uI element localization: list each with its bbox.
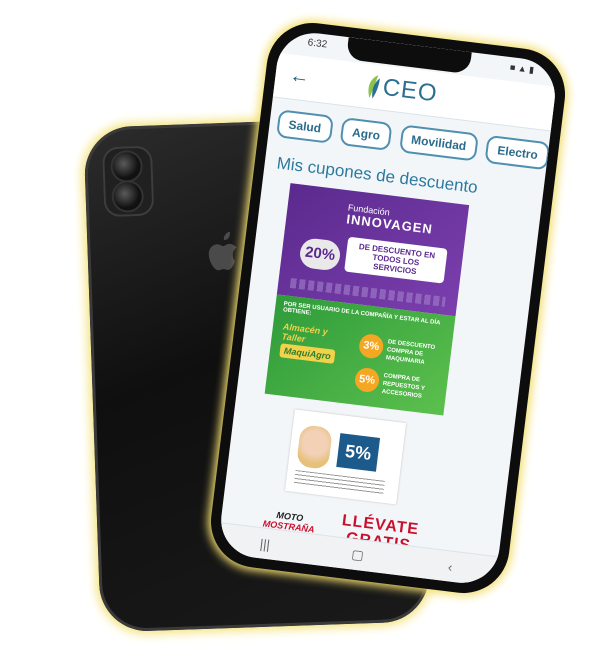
fine-print [293,469,385,495]
store-brand: MaquiAgro [279,343,336,364]
discount-percent: 20% [298,236,342,272]
offer2-text: COMPRA DE REPUESTOS Y ACCESORIOS [381,373,426,400]
offer1-text: DE DESCUENTO COMPRA DE MAQUINARIA [385,339,436,366]
chip-agro[interactable]: Agro [339,117,393,151]
phone-screen: 6:32 ■ ▲ ▮ ← CEO Salud Agro Movilidad El… [216,28,560,588]
discount-description: DE DESCUENTO EN TODOS LOS SERVICIOS [344,236,448,284]
back-icon[interactable]: ‹ [430,557,472,577]
status-time: 6:32 [307,37,328,51]
coupon-innovagen[interactable]: Fundación INNOVAGEN 20% DE DESCUENTO EN … [276,183,470,317]
coupon-optical[interactable]: 5% [284,409,407,505]
recent-apps-icon[interactable]: ||| [244,534,286,554]
home-icon[interactable]: ▢ [337,545,379,566]
offer2-percent: 5% [353,366,381,394]
camera-lens-icon [113,181,143,211]
camera-lens-icon [112,151,142,181]
store-name: Almacén y Taller MaquiAgro [279,321,353,365]
ceo-logo: CEO [363,68,440,113]
coupon-brand: Fundación INNOVAGEN [346,202,435,236]
optical-percent: 5% [336,433,381,472]
chip-salud[interactable]: Salud [275,109,334,144]
status-icons: ■ ▲ ▮ [509,62,535,75]
offer1-percent: 3% [357,332,385,360]
coupon-maquiagro[interactable]: POR SER USUARIO DE LA COMPAÑÍA Y ESTAR A… [264,294,456,416]
brand-name: INNOVAGEN [345,211,434,237]
chip-movilidad[interactable]: Movilidad [398,124,479,162]
logo-text: CEO [381,73,440,108]
model-photo [296,424,333,470]
back-arrow-icon[interactable]: ← [288,64,311,89]
front-phone: 6:32 ■ ▲ ▮ ← CEO Salud Agro Movilidad El… [205,17,571,599]
apple-logo-icon [205,230,247,277]
chip-electro[interactable]: Electro [484,134,551,171]
leaf-icon [368,75,380,99]
camera-module [101,145,155,218]
store-line: Almacén y Taller [281,321,329,345]
